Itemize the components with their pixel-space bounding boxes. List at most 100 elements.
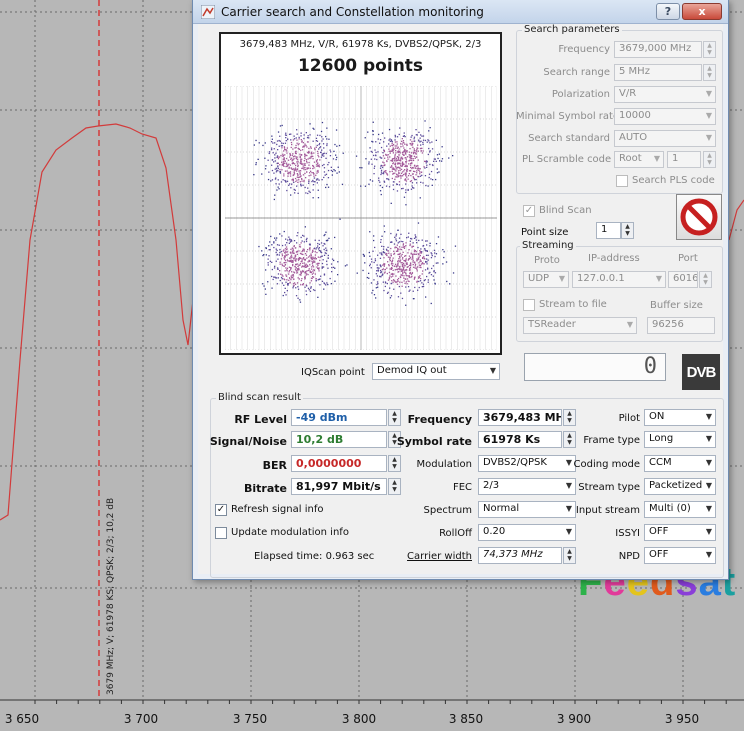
spectrum-trace [0,123,194,521]
modulation-select[interactable]: DVBS2/QPSK [478,455,576,472]
spectrum-select[interactable]: Normal [478,501,576,518]
ip-address-select[interactable]: 127.0.0.1 [572,271,666,288]
search-standard-select[interactable]: AUTO [614,130,716,147]
stream-type-select[interactable]: Packetized [644,478,716,495]
port-field[interactable]: 6016 [668,271,698,288]
search-range-field[interactable]: 5 MHz [614,64,702,81]
pilot-label: Pilot [618,413,640,424]
carrier-search-dialog: Carrier search and Constellation monitor… [192,0,729,580]
update-modulation-checkbox[interactable] [215,527,227,539]
constellation-panel: 3679,483 MHz, V/R, 61978 Ks, DVBS2/QPSK,… [219,32,502,355]
pl-scramble-mode-select[interactable]: Root [614,151,664,168]
close-button[interactable]: x [682,3,722,20]
frequency-field[interactable]: 3679,000 MHz [614,41,702,58]
refresh-signal-label: Refresh signal info [231,504,324,515]
fec-label: FEC [452,482,472,493]
search-range-spinner[interactable]: ▲ ▼ [703,64,716,81]
bitrate-value: 81,997 Mbit/s [291,478,387,495]
iqscan-label: IQScan point [301,367,365,378]
buffer-size-label: Buffer size [650,300,703,311]
app-icon [201,4,215,19]
frequency-spinner[interactable]: ▲ ▼ [703,41,716,58]
x-tick-label: 3 750 [232,712,268,726]
x-tick-label: 3 650 [4,712,40,726]
streaming-title: Streaming [520,240,576,251]
ip-address-label: IP-address [588,253,640,264]
blind-scan-label: Blind Scan [539,205,592,216]
dvb-logo: DVB [682,354,720,390]
signal-noise-value: 10,2 dB [291,431,387,448]
rf-level-label: RF Level [234,413,287,426]
frequency-result-label: Frequency [407,413,472,426]
x-axis-ticks [34,700,727,704]
frequency-label: Frequency [558,44,610,55]
stop-icon [680,198,718,236]
lock-counter-display: 0 [524,353,666,381]
pl-scramble-label: PL Scramble code [522,154,612,165]
x-tick-label: 3 950 [664,712,700,726]
x-tick-label: 3 900 [556,712,592,726]
window-title: Carrier search and Constellation monitor… [221,4,484,19]
carrier-width-label[interactable]: Carrier width [394,551,472,562]
pilot-select[interactable]: ON [644,409,716,426]
point-size-field[interactable]: 1 [596,222,621,239]
modulation-label: Modulation [416,459,473,470]
issyi-label: ISSYI [615,528,640,539]
min-symbol-rate-label: Minimal Symbol rate [516,111,620,122]
buffer-size-field[interactable]: 96256 [647,317,715,334]
blind-scan-checkbox[interactable]: ✓ [523,205,535,217]
stop-button[interactable] [676,194,722,240]
frequency-result-value: 3679,483 MHz [478,409,562,426]
carrier-width-value: 74,373 MHz [478,547,562,564]
ber-label: BER [262,459,287,472]
dialog-body: 3679,483 MHz, V/R, 61978 Ks, DVBS2/QPSK,… [198,24,724,578]
rf-level-value: -49 dBm [291,409,387,426]
fec-select[interactable]: 2/3 [478,478,576,495]
frame-type-select[interactable]: Long [644,431,716,448]
help-button[interactable]: ? [656,3,680,20]
input-stream-label: Input stream [575,505,640,516]
symbol-rate-label: Symbol rate [396,435,472,448]
polarization-label: Polarization [551,89,610,100]
blind-scan-result-title: Blind scan result [216,392,303,403]
polarization-select[interactable]: V/R [614,86,716,103]
search-pls-label: Search PLS code [632,175,715,186]
rolloff-select[interactable]: 0.20 [478,524,576,541]
port-spinner[interactable]: ▲ ▼ [699,271,712,288]
search-standard-label: Search standard [528,133,610,144]
coding-mode-label: Coding mode [573,459,640,470]
proto-label: Proto [534,255,560,266]
proto-select[interactable]: UDP [523,271,569,288]
pl-scramble-value-field[interactable]: 1 [667,151,701,168]
spectrum-trace-right [728,199,744,241]
input-stream-select[interactable]: Multi (0) [644,501,716,518]
coding-mode-select[interactable]: CCM [644,455,716,472]
stream-app-select[interactable]: TSReader [523,317,637,334]
stream-to-file-label: Stream to file [539,299,607,310]
x-tick-label: 3 700 [123,712,159,726]
x-tick-label: 3 800 [341,712,377,726]
min-symbol-rate-select[interactable]: 10000 [614,108,716,125]
npd-select[interactable]: OFF [644,547,716,564]
frame-type-label: Frame type [583,435,640,446]
constellation-header: 3679,483 MHz, V/R, 61978 Ks, DVBS2/QPSK,… [239,39,482,50]
stream-type-label: Stream type [578,482,640,493]
refresh-signal-checkbox[interactable]: ✓ [215,504,227,516]
x-tick-label: 3 850 [448,712,484,726]
update-modulation-label: Update modulation info [231,527,349,538]
title-bar: Carrier search and Constellation monitor… [193,0,728,24]
ber-value: 0,0000000 [291,455,387,472]
symbol-rate-value: 61978 Ks [478,431,562,448]
rolloff-label: RollOff [439,528,472,539]
npd-label: NPD [618,551,640,562]
search-pls-checkbox[interactable] [616,175,628,187]
carrier-marker-label: 3679 MHz; V; 61978 KS; QPSK; 2/3; 10,2 d… [106,497,116,695]
pl-scramble-spinner[interactable]: ▲ ▼ [703,151,716,168]
constellation-point-count: 12600 points [297,56,424,76]
constellation-diagram [225,86,497,350]
iqscan-select[interactable]: Demod IQ out [372,363,500,380]
point-size-spinner[interactable]: ▲ ▼ [621,222,634,239]
stream-to-file-checkbox[interactable] [523,299,535,311]
issyi-select[interactable]: OFF [644,524,716,541]
elapsed-time: Elapsed time: 0.963 sec [254,551,375,562]
